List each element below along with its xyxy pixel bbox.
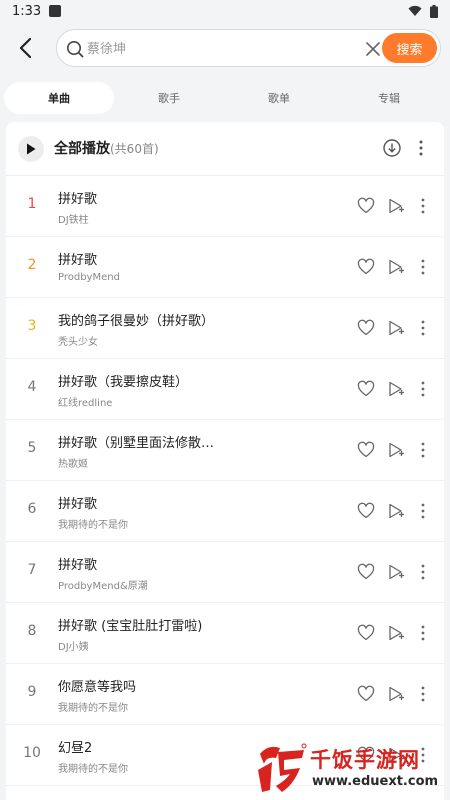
song-title: 拼好歌 (宝宝肚肚打雷啦)	[58, 619, 203, 634]
more-icon[interactable]	[416, 440, 430, 460]
song-rank: 5	[27, 440, 37, 456]
song-rank: 4	[27, 379, 37, 395]
song-title: 我的鸽子很曼妙（拼好歌）	[58, 314, 215, 329]
more-icon[interactable]	[416, 623, 430, 643]
heart-icon[interactable]	[356, 379, 376, 399]
song-artist: 热歌姬	[58, 459, 88, 470]
more-icon[interactable]	[416, 501, 430, 521]
song-title: 拼好歌	[58, 497, 98, 512]
tab-albums[interactable]: 专辑	[334, 82, 444, 114]
song-count: (共60首)	[110, 142, 159, 156]
watermark: 千饭手游网 www.eduext.com	[254, 738, 450, 800]
more-icon[interactable]	[416, 379, 430, 399]
play-next-icon[interactable]	[386, 318, 406, 338]
song-artist: DJ小姨	[58, 642, 89, 653]
heart-icon[interactable]	[356, 257, 376, 277]
watermark-logo-icon	[258, 743, 307, 792]
song-artist: ProdbyMend	[58, 272, 120, 283]
download-icon[interactable]	[382, 138, 402, 158]
song-artist: 秃头少女	[58, 337, 98, 348]
status-time: 1:33	[12, 3, 42, 19]
more-icon[interactable]	[412, 138, 430, 158]
notification-icon	[49, 5, 62, 17]
heart-icon[interactable]	[356, 440, 376, 460]
song-list: 1 拼好歌 DJ铁柱 2 拼好歌 ProdbyMend 3 我的鸽子很曼妙（拼好歌） 秃头少女 4…	[6, 176, 444, 786]
song-title: 拼好歌	[58, 253, 98, 268]
song-row[interactable]: 8 拼好歌 (宝宝肚肚打雷啦) DJ小姨	[6, 603, 444, 664]
song-row[interactable]: 3 我的鸽子很曼妙（拼好歌） 秃头少女	[6, 298, 444, 359]
song-row[interactable]: 4 拼好歌（我要擦皮鞋） 红线redline	[6, 359, 444, 420]
heart-icon[interactable]	[356, 623, 376, 643]
play-next-icon[interactable]	[386, 501, 406, 521]
heart-icon[interactable]	[356, 501, 376, 521]
play-all-label[interactable]: 全部播放	[54, 138, 110, 158]
tab-artists[interactable]: 歌手	[114, 82, 224, 114]
watermark-url: www.eduext.com	[312, 774, 439, 789]
song-artist: 红线redline	[58, 398, 113, 409]
search-box: 搜索	[56, 29, 441, 67]
song-artist: 我期待的不是你	[58, 520, 128, 531]
song-rank: 8	[27, 623, 37, 639]
song-rank: 10	[23, 745, 41, 761]
play-next-icon[interactable]	[386, 379, 406, 399]
play-next-icon[interactable]	[386, 196, 406, 216]
play-next-icon[interactable]	[386, 562, 406, 582]
tab-playlists[interactable]: 歌单	[224, 82, 334, 114]
song-list-card: 全部播放 (共60首) 1 拼好歌 DJ铁柱 2 拼好歌 ProdbyMend 3 我的鸽子很…	[6, 122, 444, 800]
song-rank: 7	[27, 562, 37, 578]
heart-icon[interactable]	[356, 684, 376, 704]
song-artist: 我期待的不是你	[58, 764, 128, 775]
song-row[interactable]: 9 你愿意等我吗我期待的不是你	[6, 664, 444, 725]
back-icon	[19, 37, 32, 59]
song-title: 你愿意等我吗	[58, 680, 137, 695]
tab-songs[interactable]: 单曲	[4, 82, 114, 114]
play-icon	[27, 143, 36, 155]
song-title: 拼好歌	[58, 192, 98, 207]
song-rank: 3	[27, 318, 37, 334]
more-icon[interactable]	[416, 257, 430, 277]
song-row[interactable]: 2 拼好歌 ProdbyMend	[6, 237, 444, 298]
song-artist: 我期待的不是你	[58, 703, 128, 714]
play-next-icon[interactable]	[386, 440, 406, 460]
status-bar: 1:33	[0, 0, 450, 22]
wifi-icon	[408, 5, 422, 16]
song-rank: 2	[27, 257, 37, 273]
play-next-icon[interactable]	[386, 684, 406, 704]
play-next-icon[interactable]	[386, 623, 406, 643]
search-input[interactable]	[87, 36, 357, 62]
song-title: 拼好歌（我要擦皮鞋）	[58, 375, 189, 390]
more-icon[interactable]	[416, 562, 430, 582]
play-next-icon[interactable]	[386, 257, 406, 277]
song-row[interactable]: 5 拼好歌（别墅里面法修散… 热歌姬	[6, 420, 444, 481]
watermark-name: 千饭手游网	[310, 748, 420, 772]
heart-icon[interactable]	[356, 318, 376, 338]
song-title: 拼好歌	[58, 558, 98, 573]
heart-icon[interactable]	[356, 562, 376, 582]
search-header: 搜索	[0, 26, 450, 70]
more-icon[interactable]	[416, 684, 430, 704]
song-title: 拼好歌（别墅里面法修散…	[58, 436, 215, 451]
song-row[interactable]: 7 拼好歌 ProdbyMend&原潮	[6, 542, 444, 603]
song-title: 幻昼2	[58, 741, 93, 756]
clear-icon[interactable]	[363, 39, 383, 59]
play-all-row: 全部播放 (共60首)	[6, 122, 444, 176]
more-icon[interactable]	[416, 196, 430, 216]
play-all-button[interactable]	[18, 136, 44, 162]
battery-icon	[430, 4, 438, 18]
tab-bar: 单曲 歌手 歌单 专辑	[0, 80, 450, 116]
song-row[interactable]: 1 拼好歌 DJ铁柱	[6, 176, 444, 237]
search-button[interactable]: 搜索	[382, 33, 437, 63]
song-artist: DJ铁柱	[58, 215, 89, 226]
search-icon	[67, 41, 84, 58]
back-button[interactable]	[12, 34, 40, 62]
song-artist: ProdbyMend&原潮	[58, 581, 148, 592]
more-icon[interactable]	[416, 318, 430, 338]
song-rank: 6	[27, 501, 37, 517]
song-rank: 1	[27, 196, 37, 212]
song-row[interactable]: 6 拼好歌我期待的不是你	[6, 481, 444, 542]
heart-icon[interactable]	[356, 196, 376, 216]
song-rank: 9	[27, 684, 37, 700]
